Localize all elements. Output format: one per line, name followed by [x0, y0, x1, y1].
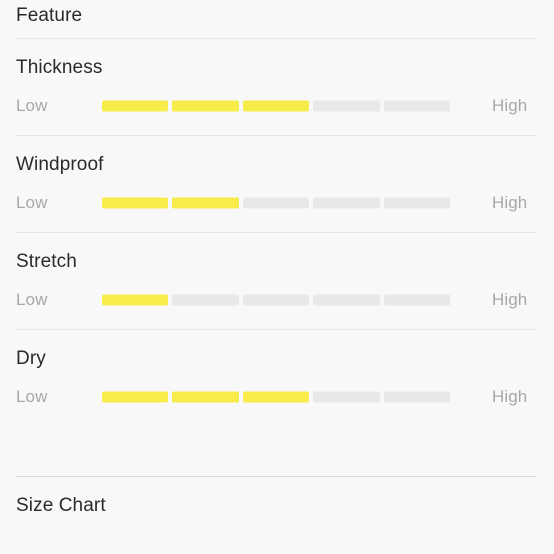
- rating-segment[interactable]: [172, 100, 239, 112]
- feature-section-header: Feature: [0, 0, 554, 38]
- feature-row-thickness: Thickness Low High: [0, 39, 554, 135]
- scale-low-label-dry: Low: [16, 387, 48, 406]
- rating-segment[interactable]: [383, 197, 451, 209]
- feature-label-windproof: Windproof: [16, 154, 104, 175]
- rating-segment[interactable]: [172, 197, 239, 209]
- feature-label-stretch: Stretch: [16, 251, 77, 272]
- rating-segment[interactable]: [242, 100, 310, 112]
- rating-segment[interactable]: [242, 391, 310, 403]
- rating-bar-windproof[interactable]: [102, 197, 451, 209]
- rating-segment[interactable]: [383, 294, 451, 306]
- scale-high-label-windproof: High: [492, 193, 528, 212]
- rating-segment[interactable]: [172, 391, 239, 403]
- feature-label-dry: Dry: [16, 348, 46, 369]
- rating-bar-thickness[interactable]: [102, 100, 451, 112]
- feature-label-thickness: Thickness: [16, 57, 103, 78]
- rating-segment[interactable]: [383, 391, 451, 403]
- rating-segment[interactable]: [102, 294, 169, 306]
- rating-segment[interactable]: [102, 391, 169, 403]
- feature-scale-stretch: Low High: [0, 285, 554, 315]
- rating-segment[interactable]: [102, 100, 169, 112]
- feature-row-windproof: Windproof Low High: [0, 136, 554, 232]
- rating-bar-dry[interactable]: [102, 391, 451, 403]
- page-title: Feature: [16, 5, 83, 26]
- rating-bar-stretch[interactable]: [102, 294, 451, 306]
- rating-segment[interactable]: [313, 100, 380, 112]
- rating-segment[interactable]: [313, 294, 380, 306]
- feature-scale-thickness: Low High: [0, 91, 554, 121]
- rating-segment[interactable]: [242, 294, 310, 306]
- feature-scale-dry: Low High: [0, 382, 554, 412]
- product-feature-page: Feature Thickness Low High Windproof Low: [0, 0, 554, 554]
- scale-high-label-thickness: High: [492, 96, 528, 115]
- rating-segment[interactable]: [313, 197, 380, 209]
- feature-scale-windproof: Low High: [0, 188, 554, 218]
- scale-low-label-thickness: Low: [16, 96, 48, 115]
- size-chart-title: Size Chart: [16, 495, 106, 516]
- size-chart-section[interactable]: Size Chart: [0, 477, 554, 517]
- scale-high-label-stretch: High: [492, 290, 528, 309]
- rating-segment[interactable]: [242, 197, 310, 209]
- rating-segment[interactable]: [102, 197, 169, 209]
- feature-row-dry: Dry Low High: [0, 330, 554, 426]
- feature-row-stretch: Stretch Low High: [0, 233, 554, 329]
- rating-segment[interactable]: [313, 391, 380, 403]
- rating-segment[interactable]: [172, 294, 239, 306]
- scale-high-label-dry: High: [492, 387, 528, 406]
- scale-low-label-stretch: Low: [16, 290, 48, 309]
- rating-segment[interactable]: [383, 100, 451, 112]
- scale-low-label-windproof: Low: [16, 193, 48, 212]
